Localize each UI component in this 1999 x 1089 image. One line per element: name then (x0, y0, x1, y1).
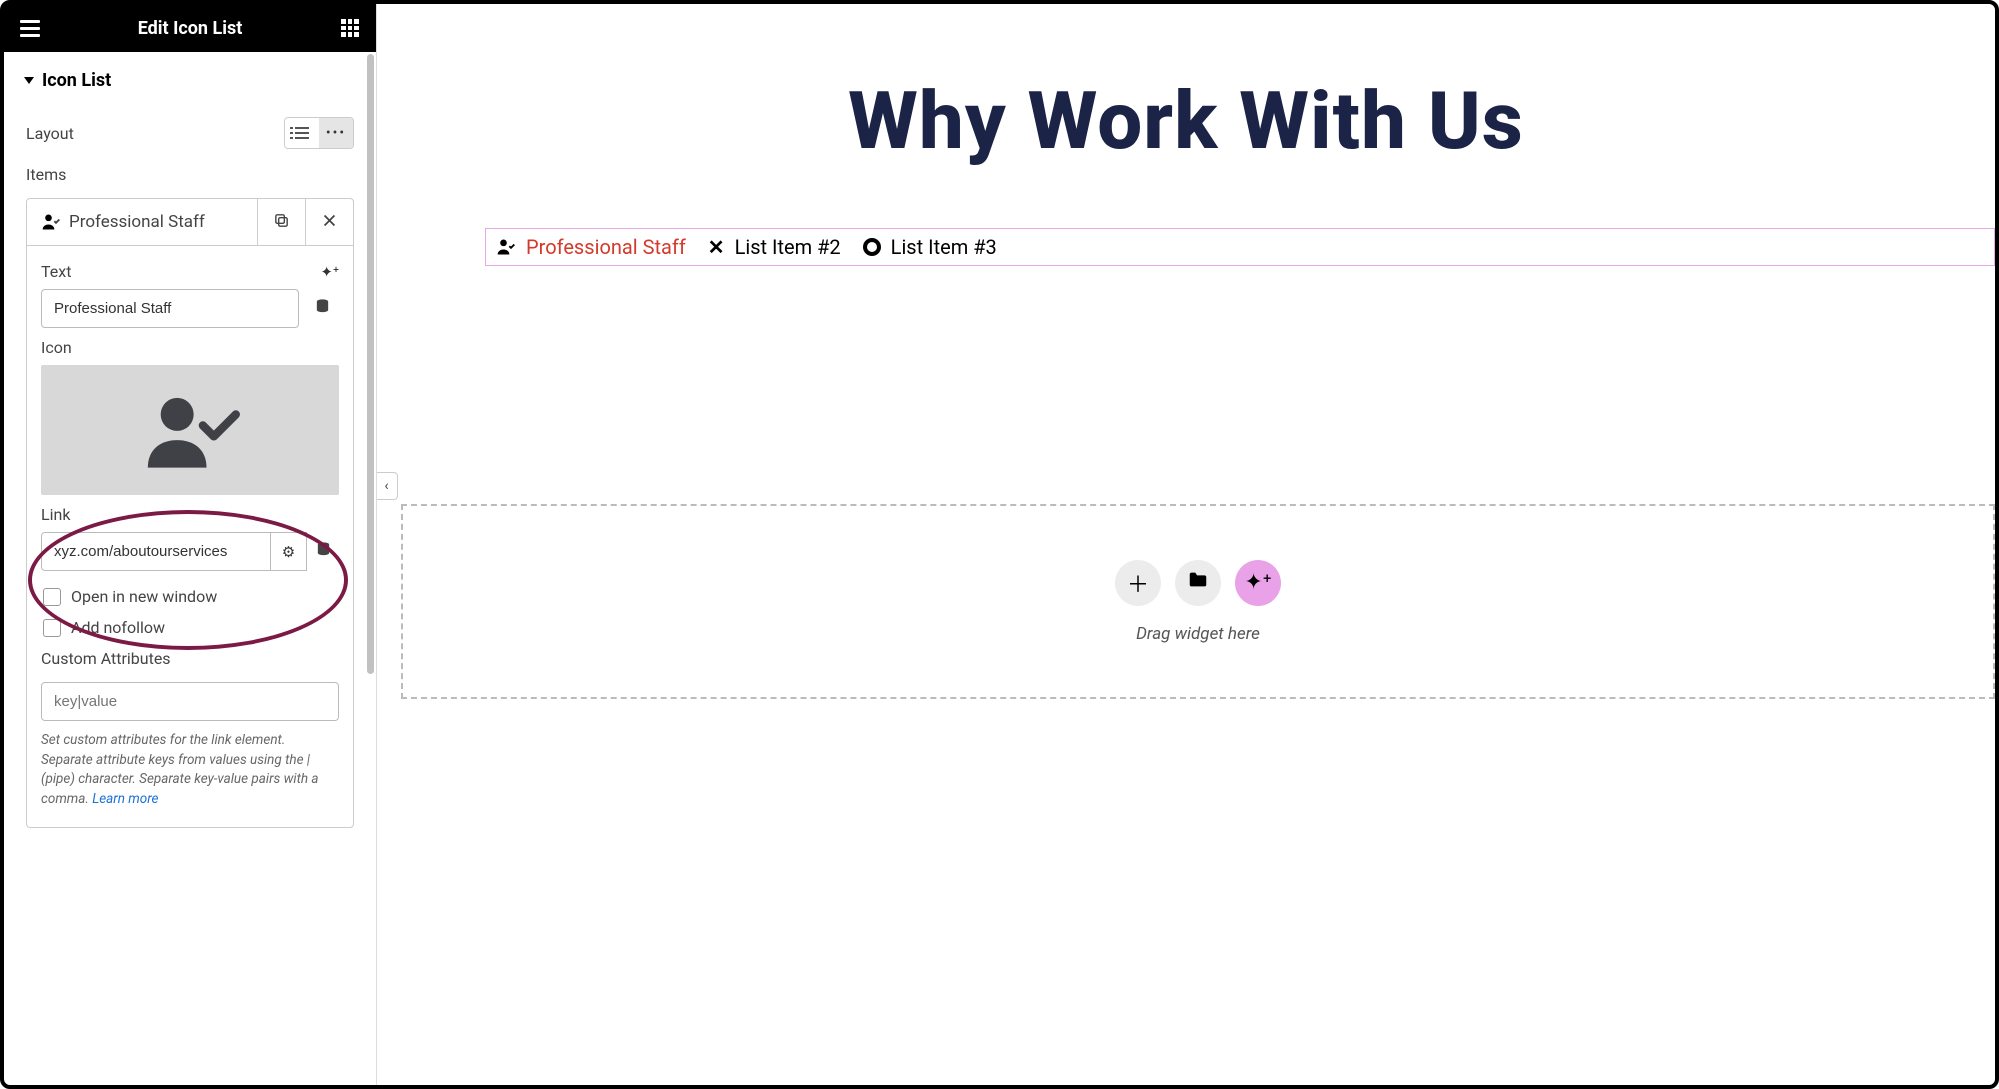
page-heading: Why Work With Us (417, 74, 1955, 168)
icon-list-item-2-label: List Item #2 (735, 235, 841, 259)
icon-list-item-3-label: List Item #3 (891, 235, 997, 259)
editor-canvas: ‹ Why Work With Us Professional Staff ✕ … (377, 4, 1995, 1085)
items-label: Items (26, 165, 66, 184)
item-header-label: Professional Staff (69, 212, 205, 232)
hamburger-icon (20, 20, 40, 37)
text-input[interactable] (41, 289, 299, 328)
sidebar-title: Edit Icon List (46, 18, 334, 39)
widgets-button[interactable] (334, 12, 366, 44)
section-title: Icon List (42, 70, 111, 91)
item-card-body: Text ✦⁺ Icon (27, 245, 353, 827)
ai-sparkle-icon[interactable]: ✦⁺ (320, 263, 339, 281)
icon-list-item-1-label: Professional Staff (526, 235, 686, 259)
chevron-left-icon: ‹ (384, 478, 388, 494)
menu-button[interactable] (14, 12, 46, 44)
database-icon (315, 541, 332, 562)
layout-toggle: ••• (284, 117, 354, 149)
plus-icon: ＋ (1127, 567, 1149, 599)
icon-list-item-2[interactable]: ✕ List Item #2 (708, 235, 841, 259)
icon-field-label: Icon (41, 338, 72, 357)
icon-list-item-1[interactable]: Professional Staff (496, 235, 686, 259)
open-new-window-label: Open in new window (71, 587, 217, 606)
link-options-button[interactable]: ⚙ (271, 532, 307, 571)
list-icon (295, 127, 309, 139)
scrollbar[interactable] (367, 54, 374, 674)
items-label-row: Items (4, 157, 376, 192)
link-field-label: Link (41, 505, 70, 524)
icon-list-item-3[interactable]: List Item #3 (863, 235, 997, 259)
item-card-header: Professional Staff (27, 199, 353, 245)
icon-picker[interactable] (41, 365, 339, 495)
user-check-icon (496, 237, 516, 257)
add-nofollow-checkbox[interactable] (43, 619, 61, 637)
layout-vertical-option[interactable] (285, 118, 319, 148)
remove-item-button[interactable] (305, 199, 353, 245)
copy-icon (273, 212, 290, 233)
layout-label: Layout (26, 124, 74, 143)
add-nofollow-label: Add nofollow (71, 618, 165, 637)
editor-sidebar: Edit Icon List Icon List Layout ••• (4, 4, 377, 1085)
item-card: Professional Staff (26, 198, 354, 828)
widget-dropzone[interactable]: ＋ ✦⁺ Drag widget here (401, 504, 1995, 699)
add-widget-button[interactable]: ＋ (1115, 560, 1161, 606)
dynamic-tags-button[interactable] (305, 289, 339, 328)
icon-list-widget[interactable]: Professional Staff ✕ List Item #2 List I… (485, 228, 1995, 266)
item-toggle[interactable]: Professional Staff (27, 200, 257, 244)
layout-control-row: Layout ••• (4, 109, 376, 157)
database-icon (314, 298, 331, 319)
dot-circle-icon (863, 238, 881, 256)
add-template-button[interactable] (1175, 560, 1221, 606)
collapse-sidebar-handle[interactable]: ‹ (377, 472, 398, 500)
duplicate-item-button[interactable] (257, 199, 305, 245)
user-check-large-icon (135, 385, 245, 475)
add-ai-button[interactable]: ✦⁺ (1235, 560, 1281, 606)
gear-icon: ⚙ (282, 543, 295, 561)
apps-grid-icon (341, 19, 359, 37)
sparkle-icon: ✦⁺ (1244, 570, 1271, 595)
dropzone-label: Drag widget here (1136, 624, 1260, 644)
sidebar-header: Edit Icon List (4, 4, 376, 52)
close-icon (321, 212, 338, 233)
dots-icon: ••• (326, 125, 346, 141)
layout-horizontal-option[interactable]: ••• (319, 118, 353, 148)
times-icon: ✕ (708, 235, 725, 259)
link-input[interactable] (41, 532, 271, 571)
help-text: Set custom attributes for the link eleme… (41, 731, 339, 809)
folder-icon (1187, 569, 1209, 597)
sidebar-scroll[interactable]: Icon List Layout ••• Items (4, 52, 376, 1085)
learn-more-link[interactable]: Learn more (92, 791, 158, 807)
section-toggle-icon-list[interactable]: Icon List (4, 52, 376, 109)
dropzone-actions: ＋ ✦⁺ (1115, 560, 1281, 606)
link-dynamic-button[interactable] (307, 532, 339, 571)
text-field-label: Text (41, 262, 71, 281)
caret-down-icon (24, 77, 34, 84)
custom-attributes-label: Custom Attributes (41, 649, 171, 668)
user-check-icon (41, 212, 61, 232)
custom-attributes-input[interactable] (41, 682, 339, 721)
open-new-window-checkbox[interactable] (43, 588, 61, 606)
